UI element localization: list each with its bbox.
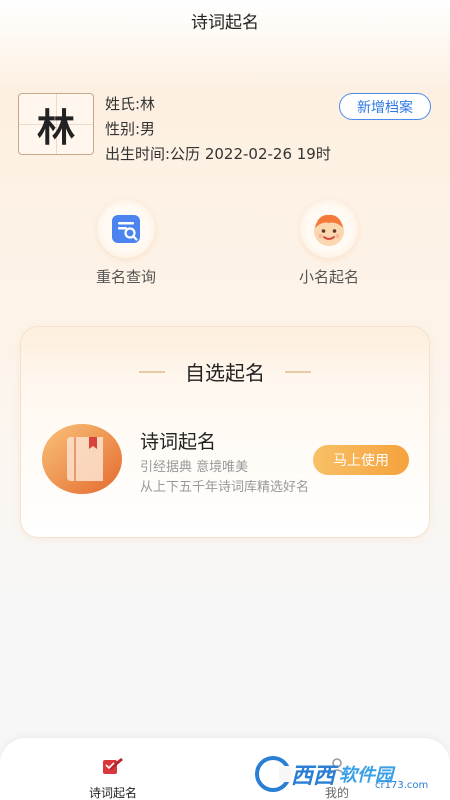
title-divider-left xyxy=(139,370,165,373)
tab-poetry-naming[interactable]: 诗词起名 xyxy=(68,756,158,800)
surname-character: 林 xyxy=(36,105,75,150)
use-now-button[interactable]: 马上使用 xyxy=(313,445,409,475)
birth-time-text: 出生时间:公历 2022-02-26 19时 xyxy=(105,145,331,163)
watermark-text: 西西 xyxy=(291,764,336,789)
gender-text: 性别:男 xyxy=(105,120,156,138)
watermark-logo-icon xyxy=(255,756,291,792)
poetry-naming-title: 诗词起名 xyxy=(140,431,217,453)
add-archive-button[interactable]: 新增档案 xyxy=(339,93,431,120)
tab-poetry-naming-label: 诗词起名 xyxy=(88,786,137,800)
book-icon xyxy=(41,423,123,495)
poetry-pen-icon xyxy=(101,756,125,780)
profile-info: 姓氏:林 性别:男 出生时间:公历 2022-02-26 19时 xyxy=(105,92,331,167)
site-watermark: 西西 软件园 cr173.com xyxy=(255,752,445,796)
poetry-naming-description: 引经据典 意境唯美 从上下五千年诗词库精选好名 xyxy=(140,458,309,498)
description-line-2: 从上下五千年诗词库精选好名 xyxy=(140,480,310,495)
duplicate-name-query-label: 重名查询 xyxy=(95,268,156,286)
duplicate-name-query-button[interactable]: 重名查询 xyxy=(71,200,181,287)
custom-naming-card: 自选起名 诗词起名 引经据典 意境唯美 从上下五千年诗词库精选好名 马上使用 xyxy=(20,326,430,538)
description-line-1: 引经据典 意境唯美 xyxy=(140,460,249,475)
title-divider-right xyxy=(285,370,311,373)
surname-tile: 林 xyxy=(18,93,94,155)
watermark-url: cr173.com xyxy=(375,780,429,791)
page-title: 诗词起名 xyxy=(191,12,259,33)
search-document-icon xyxy=(97,200,155,258)
card-title: 自选起名 xyxy=(21,357,429,386)
card-title-text: 自选起名 xyxy=(185,361,265,385)
nickname-naming-label: 小名起名 xyxy=(298,268,359,286)
baby-face-icon xyxy=(300,200,358,258)
nickname-naming-button[interactable]: 小名起名 xyxy=(274,200,384,287)
surname-text: 姓氏:林 xyxy=(105,95,156,113)
